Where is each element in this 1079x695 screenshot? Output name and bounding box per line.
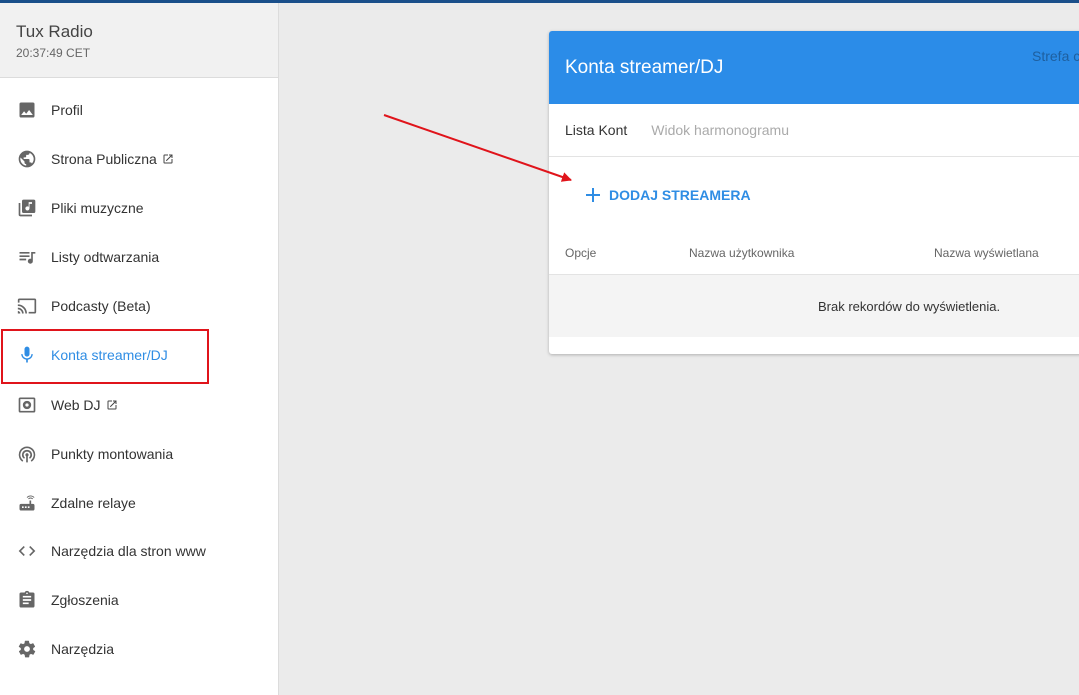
- tab-account-list[interactable]: Lista Kont: [565, 122, 627, 138]
- sidebar-item-label: Podcasty (Beta): [51, 298, 151, 314]
- tab-bar: Lista Kont Widok harmonogramu: [549, 104, 1079, 157]
- sidebar: Tux Radio 20:37:49 CET Profil Strona Pub…: [0, 3, 279, 695]
- timezone-label: Strefa c: [1032, 48, 1079, 64]
- column-header-display-name[interactable]: Nazwa wyświetlana: [934, 246, 1039, 260]
- image-icon: [17, 100, 37, 120]
- speaker-icon: [17, 395, 37, 415]
- toolbar: DODAJ STREAMERA: [549, 157, 1079, 232]
- sidebar-item-profil[interactable]: Profil: [0, 88, 278, 132]
- sidebar-item-label: Strona Publiczna: [51, 151, 157, 167]
- globe-icon: [17, 149, 37, 169]
- column-header-options[interactable]: Opcje: [565, 246, 596, 260]
- sidebar-item-label: Zgłoszenia: [51, 592, 119, 608]
- station-header: Tux Radio 20:37:49 CET: [0, 3, 278, 78]
- sidebar-item-podcasts[interactable]: Podcasty (Beta): [0, 284, 278, 328]
- sidebar-item-label: Zdalne relaye: [51, 495, 136, 511]
- add-streamer-label: DODAJ STREAMERA: [609, 186, 751, 203]
- playlist-icon: [17, 247, 37, 267]
- broadcast-icon: [17, 444, 37, 464]
- sidebar-item-playlists[interactable]: Listy odtwarzania: [0, 235, 278, 279]
- cast-icon: [17, 296, 37, 316]
- sidebar-item-music-files[interactable]: Pliki muzyczne: [0, 186, 278, 230]
- sidebar-item-remote-relays[interactable]: Zdalne relaye: [0, 481, 278, 525]
- sidebar-item-label: Konta streamer/DJ: [51, 347, 168, 363]
- sidebar-item-public-page[interactable]: Strona Publiczna: [0, 137, 278, 181]
- empty-table-message: Brak rekordów do wyświetlenia.: [549, 275, 1079, 337]
- column-header-username[interactable]: Nazwa użytkownika: [689, 246, 794, 260]
- sidebar-item-reports[interactable]: Zgłoszenia: [0, 578, 278, 622]
- sidebar-item-streamers[interactable]: Konta streamer/DJ: [0, 333, 278, 377]
- sidebar-item-label: Punkty montowania: [51, 446, 174, 462]
- card-header: Konta streamer/DJ Strefa c: [549, 31, 1079, 104]
- sidebar-item-label: Web DJ: [51, 397, 101, 413]
- music-library-icon: [17, 198, 37, 218]
- sidebar-item-label: Narzędzia dla stron www: [51, 543, 206, 559]
- station-time: 20:37:49 CET: [16, 46, 91, 60]
- tab-schedule-view[interactable]: Widok harmonogramu: [651, 122, 789, 138]
- plus-icon: [586, 187, 600, 202]
- clipboard-icon: [17, 590, 37, 610]
- streamers-card: Konta streamer/DJ Strefa c Lista Kont Wi…: [549, 31, 1079, 354]
- sidebar-item-web-dj[interactable]: Web DJ: [0, 383, 278, 427]
- gear-icon: [17, 639, 37, 659]
- sidebar-item-web-tools[interactable]: Narzędzia dla stron www: [0, 529, 278, 573]
- table-header: Opcje Nazwa użytkownika Nazwa wyświetlan…: [549, 232, 1079, 275]
- router-icon: [17, 493, 37, 513]
- external-link-icon: [163, 154, 173, 164]
- station-name: Tux Radio: [16, 22, 93, 41]
- microphone-icon: [17, 345, 37, 365]
- external-link-icon: [107, 400, 117, 410]
- sidebar-item-label: Pliki muzyczne: [51, 200, 144, 216]
- sidebar-item-label: Narzędzia: [51, 641, 115, 657]
- sidebar-item-label: Profil: [51, 102, 83, 118]
- code-icon: [17, 541, 37, 561]
- page-title: Konta streamer/DJ: [565, 57, 724, 78]
- sidebar-item-mount-points[interactable]: Punkty montowania: [0, 432, 278, 476]
- add-streamer-button[interactable]: DODAJ STREAMERA: [585, 187, 751, 203]
- sidebar-item-label: Listy odtwarzania: [51, 249, 160, 265]
- sidebar-item-tools[interactable]: Narzędzia: [0, 627, 278, 671]
